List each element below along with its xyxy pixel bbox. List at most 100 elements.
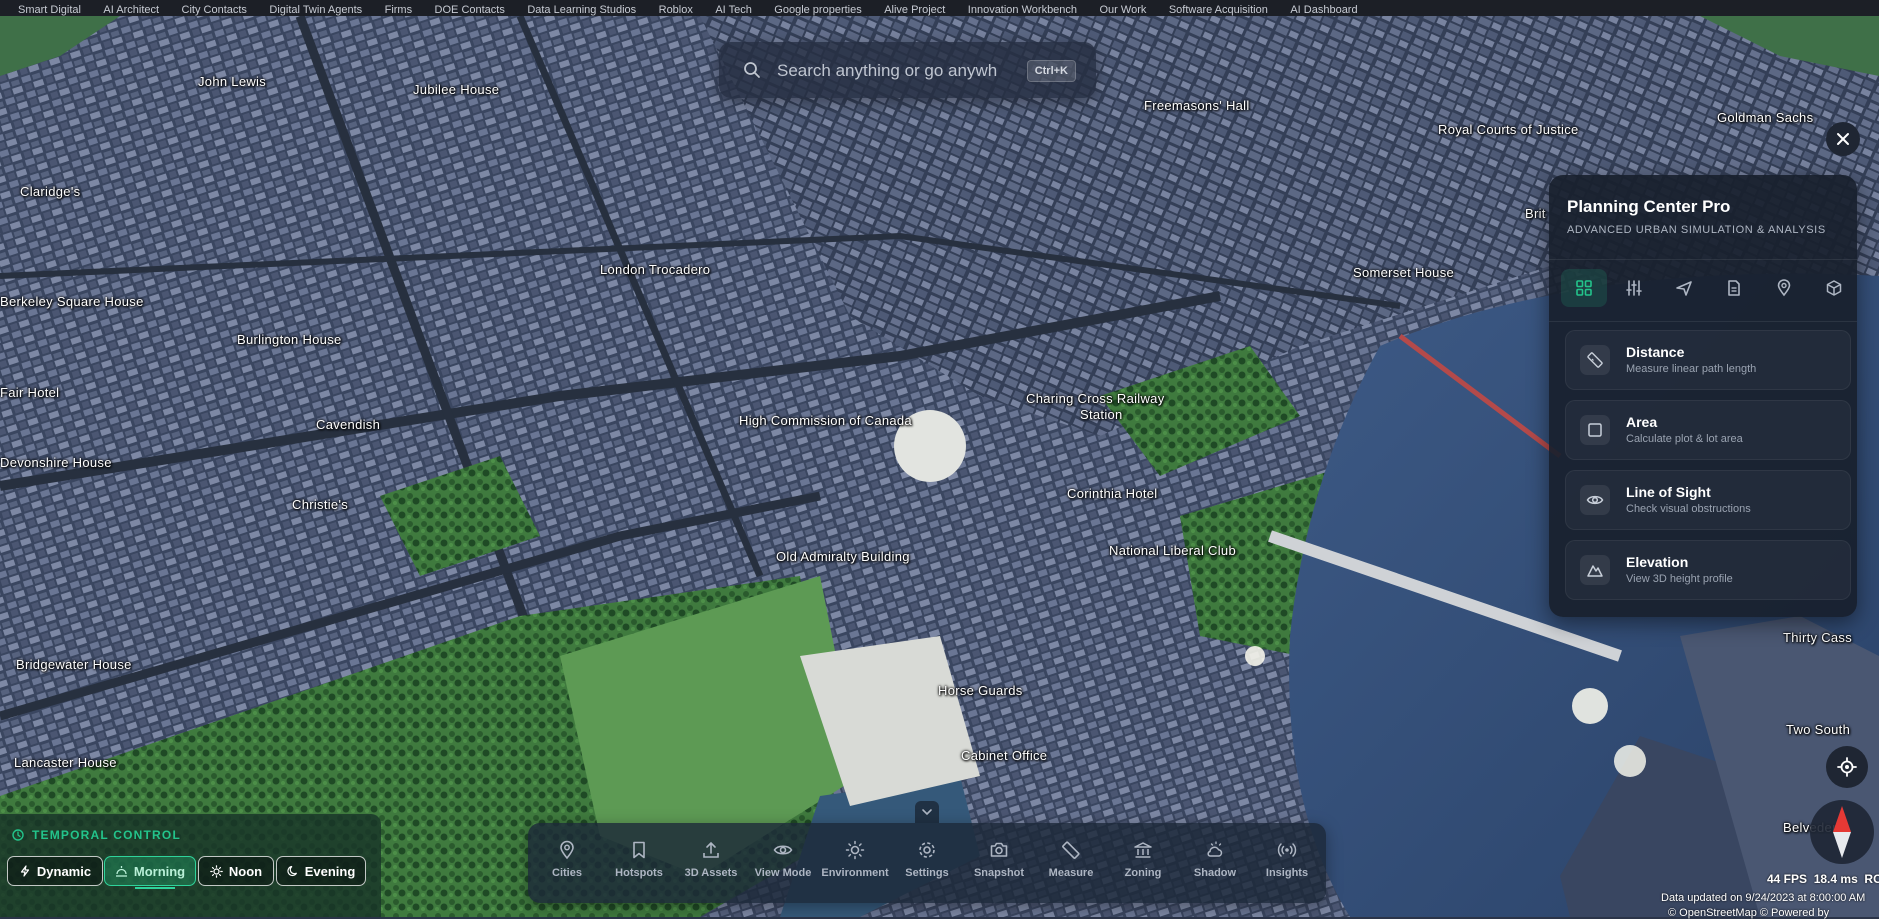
crosshair-icon xyxy=(1837,757,1857,777)
map-label[interactable]: Bridgewater House xyxy=(16,657,132,672)
tab-locations[interactable] xyxy=(1761,269,1807,307)
map-label[interactable]: Fair Hotel xyxy=(0,385,59,400)
map-label[interactable]: Station xyxy=(1080,407,1123,422)
dock-label: 3D Assets xyxy=(684,867,738,879)
map-label[interactable]: Cabinet Office xyxy=(961,748,1047,763)
bookmark-item[interactable]: Our Work xyxy=(1100,5,1147,16)
search-input[interactable] xyxy=(775,58,999,84)
map-pin-icon xyxy=(1777,279,1791,297)
map-label[interactable]: National Liberal Club xyxy=(1109,543,1236,558)
planning-panel: Planning Center Pro ADVANCED URBAN SIMUL… xyxy=(1549,175,1857,617)
time-evening-button[interactable]: Evening xyxy=(276,856,366,886)
divider xyxy=(1549,321,1857,322)
time-noon-button[interactable]: Noon xyxy=(198,856,274,886)
bookmarks-bar: Smart Digital AI Architect City Contacts… xyxy=(0,0,1879,16)
map-label[interactable]: London Trocadero xyxy=(600,262,710,277)
dock-toggle-button[interactable] xyxy=(915,801,939,823)
map-label[interactable]: Christie's xyxy=(292,497,348,512)
panel-subtitle: ADVANCED URBAN SIMULATION & ANALYSIS xyxy=(1567,224,1826,236)
dock-cities-button[interactable]: Cities xyxy=(531,837,603,889)
bookmark-item[interactable]: Google properties xyxy=(774,5,861,16)
dock-view-mode-button[interactable]: View Mode xyxy=(747,837,819,889)
tool-line-of-sight[interactable]: Line of Sight Check visual obstructions xyxy=(1565,470,1851,530)
bookmark-item[interactable]: Software Acquisition xyxy=(1169,5,1268,16)
map-label[interactable]: Lancaster House xyxy=(14,755,117,770)
tab-reports[interactable] xyxy=(1711,269,1757,307)
bookmark-item[interactable]: AI Tech xyxy=(715,5,752,16)
button-label: Evening xyxy=(304,863,356,879)
map-label[interactable]: Thirty Cass xyxy=(1783,630,1852,645)
moon-icon xyxy=(287,865,297,877)
tab-controls[interactable] xyxy=(1611,269,1657,307)
bookmark-item[interactable]: DOE Contacts xyxy=(435,5,505,16)
map-pin-icon xyxy=(557,837,577,863)
dock-hotspots-button[interactable]: Hotspots xyxy=(603,837,675,889)
time-dynamic-button[interactable]: Dynamic xyxy=(7,856,103,886)
tool-title: Elevation xyxy=(1626,554,1689,570)
compass-button[interactable] xyxy=(1810,800,1874,864)
tool-title: Area xyxy=(1626,414,1658,430)
map-label[interactable]: Freemasons' Hall xyxy=(1144,98,1250,113)
map-label[interactable]: Horse Guards xyxy=(938,683,1023,698)
bookmark-item[interactable]: Alive Project xyxy=(884,5,945,16)
cube-icon xyxy=(1826,280,1842,296)
cloud-sun-icon xyxy=(1205,837,1225,863)
map-label[interactable]: Cavendish xyxy=(316,417,380,432)
locate-button[interactable] xyxy=(1826,746,1868,788)
bookmark-item[interactable]: Data Learning Studios xyxy=(527,5,636,16)
map-label[interactable]: Claridge's xyxy=(20,184,80,199)
dock-zoning-button[interactable]: Zoning xyxy=(1107,837,1179,889)
map-label[interactable]: Brit xyxy=(1525,206,1546,221)
tool-distance[interactable]: Distance Measure linear path length xyxy=(1565,330,1851,390)
close-panel-button[interactable] xyxy=(1826,122,1860,156)
gear-icon xyxy=(917,837,937,863)
search-bar[interactable]: Ctrl+K xyxy=(719,42,1096,98)
tab-flight[interactable] xyxy=(1661,269,1707,307)
map-label[interactable]: Old Admiralty Building xyxy=(776,549,910,564)
bookmark-item[interactable]: Roblox xyxy=(659,5,693,16)
bookmark-item[interactable]: Smart Digital xyxy=(18,5,81,16)
bookmark-item[interactable]: City Contacts xyxy=(182,5,247,16)
dock-3d-assets-button[interactable]: 3D Assets xyxy=(675,837,747,889)
map-label[interactable]: Royal Courts of Justice xyxy=(1438,122,1579,137)
map-label[interactable]: John Lewis xyxy=(198,74,266,89)
bookmark-item[interactable]: Innovation Workbench xyxy=(968,5,1077,16)
map-label[interactable]: Goldman Sachs xyxy=(1717,110,1813,125)
map-label[interactable]: High Commission of Canada xyxy=(739,413,912,428)
performance-stats: 44 FPS 18.4 ms RC xyxy=(1767,872,1879,886)
map-label[interactable]: Berkeley Square House xyxy=(0,294,144,309)
bookmark-item[interactable]: Firms xyxy=(385,5,413,16)
sliders-icon xyxy=(1626,280,1642,296)
tab-dashboard[interactable] xyxy=(1561,269,1607,307)
map-attribution[interactable]: © OpenStreetMap © Powered by xyxy=(1668,907,1829,919)
map-label[interactable]: Two South xyxy=(1786,722,1850,737)
dock-measure-button[interactable]: Measure xyxy=(1035,837,1107,889)
tab-3d[interactable] xyxy=(1811,269,1857,307)
tool-elevation[interactable]: Elevation View 3D height profile xyxy=(1565,540,1851,600)
map-label[interactable]: Somerset House xyxy=(1353,265,1454,280)
eye-icon xyxy=(773,837,793,863)
plane-icon xyxy=(1676,281,1692,296)
map-label[interactable]: Charing Cross Railway xyxy=(1026,391,1165,406)
map-label[interactable]: Burlington House xyxy=(237,332,342,347)
stats-suffix: RC xyxy=(1864,872,1879,886)
dock-insights-button[interactable]: Insights xyxy=(1251,837,1323,889)
dock-settings-button[interactable]: Settings xyxy=(891,837,963,889)
map-label[interactable]: Jubilee House xyxy=(413,82,499,97)
dock-snapshot-button[interactable]: Snapshot xyxy=(963,837,1035,889)
bookmark-item[interactable]: Digital Twin Agents xyxy=(269,5,362,16)
bookmark-item[interactable]: AI Dashboard xyxy=(1290,5,1357,16)
sunrise-icon xyxy=(115,866,127,877)
bookmark-item[interactable]: AI Architect xyxy=(103,5,159,16)
square-icon xyxy=(1580,415,1610,445)
tool-area[interactable]: Area Calculate plot & lot area xyxy=(1565,400,1851,460)
dock-shadow-button[interactable]: Shadow xyxy=(1179,837,1251,889)
dock-environment-button[interactable]: Environment xyxy=(819,837,891,889)
time-morning-button[interactable]: Morning xyxy=(104,856,196,889)
map-label[interactable]: Corinthia Hotel xyxy=(1067,486,1158,501)
tool-description: Measure linear path length xyxy=(1626,363,1757,375)
dock-label: Settings xyxy=(905,867,949,879)
map-label[interactable]: Devonshire House xyxy=(0,455,112,470)
search-icon xyxy=(743,61,761,84)
divider xyxy=(1549,259,1857,260)
